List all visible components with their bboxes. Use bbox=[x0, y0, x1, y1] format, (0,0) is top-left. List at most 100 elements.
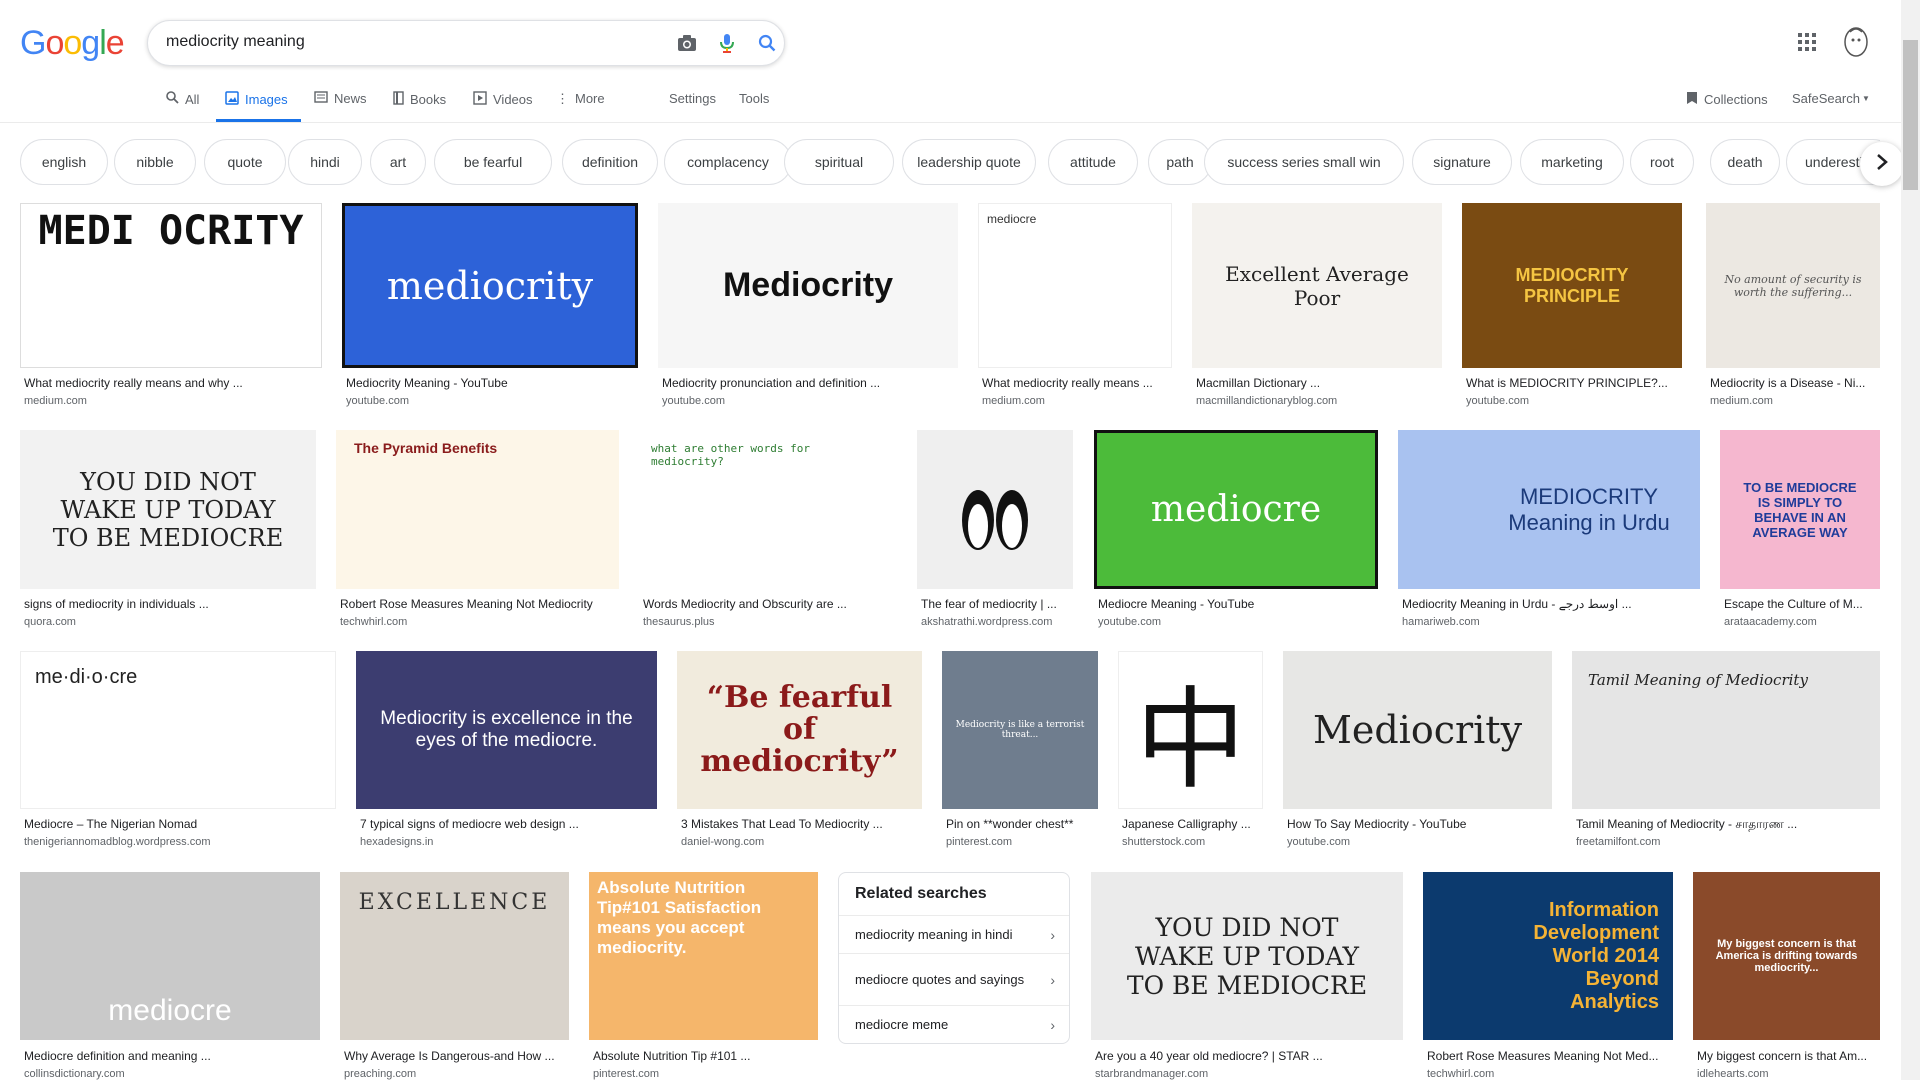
chip[interactable]: art bbox=[370, 139, 426, 185]
result-thumbnail[interactable]: 中 bbox=[1118, 651, 1263, 809]
tab-more[interactable]: ⋮ More bbox=[556, 91, 605, 106]
tab-books[interactable]: Books bbox=[393, 91, 446, 108]
tab-images[interactable]: Images bbox=[225, 91, 288, 108]
image-result[interactable]: MEDIOCRITY PRINCIPLE What is MEDIOCRITY … bbox=[1462, 203, 1682, 413]
result-thumbnail[interactable]: Excellent Average Poor bbox=[1192, 203, 1442, 368]
chip[interactable]: hindi bbox=[288, 139, 362, 185]
result-title[interactable]: My biggest concern is that Am... bbox=[1697, 1049, 1880, 1063]
search-icon[interactable] bbox=[756, 32, 778, 54]
image-result[interactable]: mediocre Mediocre definition and meaning… bbox=[20, 872, 320, 1080]
result-title[interactable]: Mediocrity is a Disease - Ni... bbox=[1710, 376, 1880, 390]
image-result[interactable]: 中 Japanese Calligraphy ... shutterstock.… bbox=[1118, 651, 1263, 856]
image-result[interactable]: YOU DID NOT WAKE UP TODAY TO BE MEDIOCRE… bbox=[1091, 872, 1403, 1080]
google-logo[interactable]: Google bbox=[20, 24, 125, 63]
apps-grid-icon[interactable] bbox=[1795, 30, 1819, 54]
image-result[interactable]: what are other words for mediocrity? Wor… bbox=[639, 430, 897, 635]
result-title[interactable]: Why Average Is Dangerous-and How ... bbox=[344, 1049, 569, 1063]
result-title[interactable]: Mediocre definition and meaning ... bbox=[24, 1049, 320, 1063]
result-thumbnail[interactable]: Mediocrity is excellence in the eyes of … bbox=[356, 651, 657, 809]
result-thumbnail[interactable]: MEDIOCRITY PRINCIPLE bbox=[1462, 203, 1682, 368]
result-title[interactable]: What mediocrity really means ... bbox=[982, 376, 1172, 390]
chip[interactable]: root bbox=[1630, 139, 1694, 185]
result-title[interactable]: 7 typical signs of mediocre web design .… bbox=[360, 817, 657, 831]
result-thumbnail[interactable]: EXCELLENCE bbox=[340, 872, 569, 1040]
chips-next-button[interactable] bbox=[1860, 142, 1904, 186]
image-result[interactable]: “Be fearful of mediocrity” 3 Mistakes Th… bbox=[677, 651, 922, 856]
image-result[interactable]: Excellent Average Poor Macmillan Diction… bbox=[1192, 203, 1442, 413]
chip[interactable]: marketing bbox=[1520, 139, 1624, 185]
result-thumbnail[interactable]: TO BE MEDIOCRE IS SIMPLY TO BEHAVE IN AN… bbox=[1720, 430, 1880, 589]
result-title[interactable]: Absolute Nutrition Tip #101 ... bbox=[593, 1049, 818, 1063]
result-title[interactable]: Are you a 40 year old mediocre? | STAR .… bbox=[1095, 1049, 1403, 1063]
image-result[interactable]: The fear of mediocrity | ... akshatrathi… bbox=[917, 430, 1073, 635]
image-result[interactable]: Mediocrity is excellence in the eyes of … bbox=[356, 651, 657, 856]
result-thumbnail[interactable]: mediocrity bbox=[342, 203, 638, 368]
chip[interactable]: quote bbox=[204, 139, 286, 185]
camera-icon[interactable] bbox=[676, 32, 698, 54]
scrollbar-thumb[interactable] bbox=[1903, 40, 1918, 190]
image-result[interactable]: MEDI OCRITY What mediocrity really means… bbox=[20, 203, 322, 413]
tab-all[interactable]: All bbox=[166, 91, 199, 107]
result-thumbnail[interactable]: Information Development World 2014 Beyon… bbox=[1423, 872, 1673, 1040]
result-thumbnail[interactable]: Absolute Nutrition Tip#101 Satisfaction … bbox=[589, 872, 818, 1040]
result-title[interactable]: Macmillan Dictionary ... bbox=[1196, 376, 1442, 390]
result-title[interactable]: Robert Rose Measures Meaning Not Med... bbox=[1427, 1049, 1673, 1063]
microphone-icon[interactable] bbox=[716, 32, 738, 54]
result-thumbnail[interactable]: mediocre bbox=[978, 203, 1172, 368]
image-result[interactable]: Mediocrity is like a terrorist threat...… bbox=[942, 651, 1098, 856]
image-result[interactable]: mediocrity Mediocrity Meaning - YouTube … bbox=[342, 203, 638, 413]
result-title[interactable]: What mediocrity really means and why ... bbox=[24, 376, 324, 390]
image-result[interactable]: mediocre What mediocrity really means ..… bbox=[978, 203, 1172, 413]
result-thumbnail[interactable]: MEDIOCRITY Meaning in Urdu bbox=[1398, 430, 1700, 589]
result-title[interactable]: Mediocrity Meaning - YouTube bbox=[346, 376, 640, 390]
settings-link[interactable]: Settings bbox=[669, 91, 716, 106]
result-title[interactable]: Mediocre – The Nigerian Nomad bbox=[24, 817, 336, 831]
result-thumbnail[interactable]: My biggest concern is that America is dr… bbox=[1693, 872, 1880, 1040]
image-result[interactable]: Mediocrity How To Say Mediocrity - YouTu… bbox=[1283, 651, 1552, 856]
related-search-item[interactable]: mediocre meme › bbox=[839, 1005, 1069, 1043]
chip[interactable]: success series small win bbox=[1204, 139, 1404, 185]
safesearch-dropdown[interactable]: SafeSearch ▼ bbox=[1792, 91, 1870, 106]
tab-news[interactable]: News bbox=[314, 91, 367, 106]
chip[interactable]: be fearful bbox=[434, 139, 552, 185]
result-title[interactable]: 3 Mistakes That Lead To Mediocrity ... bbox=[681, 817, 922, 831]
result-thumbnail[interactable]: “Be fearful of mediocrity” bbox=[677, 651, 922, 809]
result-thumbnail[interactable]: MEDI OCRITY bbox=[20, 203, 322, 368]
chip[interactable]: spiritual bbox=[784, 139, 894, 185]
chip[interactable]: complacency bbox=[664, 139, 792, 185]
image-result[interactable]: MEDIOCRITY Meaning in Urdu Mediocrity Me… bbox=[1398, 430, 1700, 635]
result-title[interactable]: Mediocre Meaning - YouTube bbox=[1098, 597, 1378, 611]
search-box[interactable]: mediocrity meaning bbox=[147, 20, 785, 66]
image-result[interactable]: YOU DID NOT WAKE UP TODAY TO BE MEDIOCRE… bbox=[20, 430, 316, 635]
search-input[interactable]: mediocrity meaning bbox=[166, 33, 305, 51]
image-result[interactable]: Mediocrity Mediocrity pronunciation and … bbox=[658, 203, 958, 413]
result-title[interactable]: Mediocrity pronunciation and definition … bbox=[662, 376, 960, 390]
chip[interactable]: english bbox=[20, 139, 108, 185]
image-result[interactable]: me·di·o·cre Mediocre – The Nigerian Noma… bbox=[20, 651, 336, 856]
result-title[interactable]: What is MEDIOCRITY PRINCIPLE?... bbox=[1466, 376, 1682, 390]
result-thumbnail[interactable] bbox=[917, 430, 1073, 589]
image-result[interactable]: mediocre Mediocre Meaning - YouTube yout… bbox=[1094, 430, 1378, 635]
result-thumbnail[interactable]: YOU DID NOT WAKE UP TODAY TO BE MEDIOCRE bbox=[20, 430, 316, 589]
related-search-item[interactable]: mediocre quotes and sayings › bbox=[839, 953, 1069, 1005]
chip[interactable]: definition bbox=[562, 139, 658, 185]
image-result[interactable]: No amount of security is worth the suffe… bbox=[1706, 203, 1880, 413]
chip[interactable]: death bbox=[1710, 139, 1780, 185]
result-thumbnail[interactable]: mediocre bbox=[20, 872, 320, 1040]
collections-link[interactable]: Collections bbox=[1686, 91, 1768, 108]
image-result[interactable]: Information Development World 2014 Beyon… bbox=[1423, 872, 1673, 1080]
image-result[interactable]: Tamil Meaning of Mediocrity Tamil Meanin… bbox=[1572, 651, 1880, 856]
result-thumbnail[interactable]: Tamil Meaning of Mediocrity bbox=[1572, 651, 1880, 809]
result-thumbnail[interactable]: Mediocrity is like a terrorist threat... bbox=[942, 651, 1098, 809]
result-title[interactable]: Escape the Culture of M... bbox=[1724, 597, 1880, 611]
tools-link[interactable]: Tools bbox=[739, 91, 769, 106]
result-thumbnail[interactable]: Mediocrity bbox=[658, 203, 958, 368]
result-thumbnail[interactable]: The Pyramid Benefits bbox=[336, 430, 619, 589]
result-thumbnail[interactable]: YOU DID NOT WAKE UP TODAY TO BE MEDIOCRE bbox=[1091, 872, 1403, 1040]
result-thumbnail[interactable]: me·di·o·cre bbox=[20, 651, 336, 809]
tab-videos[interactable]: Videos bbox=[473, 91, 533, 108]
result-title[interactable]: Words Mediocrity and Obscurity are ... bbox=[643, 597, 897, 611]
result-thumbnail[interactable]: mediocre bbox=[1094, 430, 1378, 589]
result-thumbnail[interactable]: what are other words for mediocrity? bbox=[639, 430, 897, 589]
chip[interactable]: path bbox=[1148, 139, 1212, 185]
